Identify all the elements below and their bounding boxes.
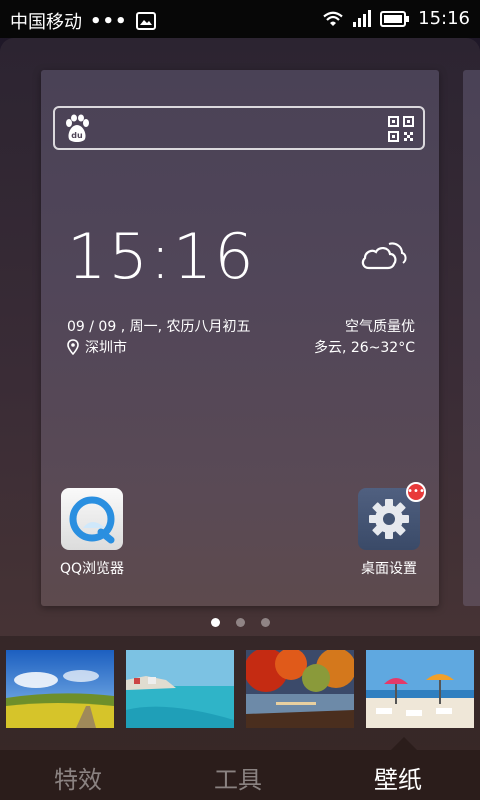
battery-icon — [380, 10, 410, 27]
app-desktop-settings[interactable]: ••• 桌面设置 — [344, 482, 434, 578]
signal-icon — [353, 9, 372, 27]
widget-clock[interactable]: 15:16 — [67, 220, 256, 293]
app-label: QQ浏览器 — [59, 561, 125, 577]
image-notification-icon — [135, 12, 156, 30]
baidu-paw-icon: du — [66, 114, 89, 142]
air-quality-label: 空气质量优 — [345, 319, 415, 335]
active-tab-indicator — [390, 737, 418, 751]
home-screen-preview[interactable]: du 15:16 09 / 09 , 周一, 农历八月初五 深圳市 空气质量优 … — [41, 70, 439, 606]
svg-text:du: du — [71, 131, 83, 140]
search-bar[interactable]: du — [53, 106, 425, 150]
wallpaper-strip — [0, 636, 480, 750]
status-bar: 中国移动 ••• 15:16 — [0, 0, 480, 38]
weather-label: 多云, 26~32°C — [313, 340, 415, 356]
page-dot[interactable] — [235, 618, 245, 627]
notification-badge: ••• — [406, 482, 426, 502]
wifi-icon — [323, 11, 343, 26]
next-screen-preview[interactable] — [463, 70, 480, 606]
tab-tools[interactable]: 工具 — [214, 760, 262, 795]
page-dot[interactable] — [260, 618, 270, 627]
page-dot[interactable] — [210, 618, 220, 627]
desktop-settings-icon: ••• — [358, 482, 426, 550]
tab-effects[interactable]: 特效 — [54, 760, 102, 795]
qr-code-icon[interactable] — [387, 115, 415, 143]
page-indicator — [0, 618, 480, 627]
carrier-label: 中国移动 — [10, 12, 82, 33]
widget-location: 深圳市 — [67, 337, 127, 357]
qq-browser-icon — [61, 488, 123, 550]
status-time: 15:16 — [418, 8, 470, 29]
wallpaper-thumbnail-coast[interactable] — [126, 650, 234, 728]
widget-date: 09 / 09 , 周一, 农历八月初五 — [67, 319, 251, 335]
tab-wallpaper[interactable]: 壁纸 — [374, 760, 422, 795]
editor-tab-bar: 特效 工具 壁纸 — [0, 750, 480, 800]
wallpaper-thumbnail-beach[interactable] — [366, 650, 474, 728]
location-pin-icon — [67, 339, 79, 355]
app-qq-browser[interactable]: QQ浏览器 — [47, 488, 137, 578]
cloudy-weather-icon — [361, 242, 407, 270]
wallpaper-thumbnail-meadow[interactable] — [6, 650, 114, 728]
app-label: 桌面设置 — [361, 561, 417, 577]
desktop-editor-panel: du 15:16 09 / 09 , 周一, 农历八月初五 深圳市 空气质量优 … — [0, 38, 480, 800]
wallpaper-thumbnail-autumn[interactable] — [246, 650, 354, 728]
more-notifications-icon: ••• — [90, 10, 128, 32]
location-label: 深圳市 — [85, 340, 127, 356]
